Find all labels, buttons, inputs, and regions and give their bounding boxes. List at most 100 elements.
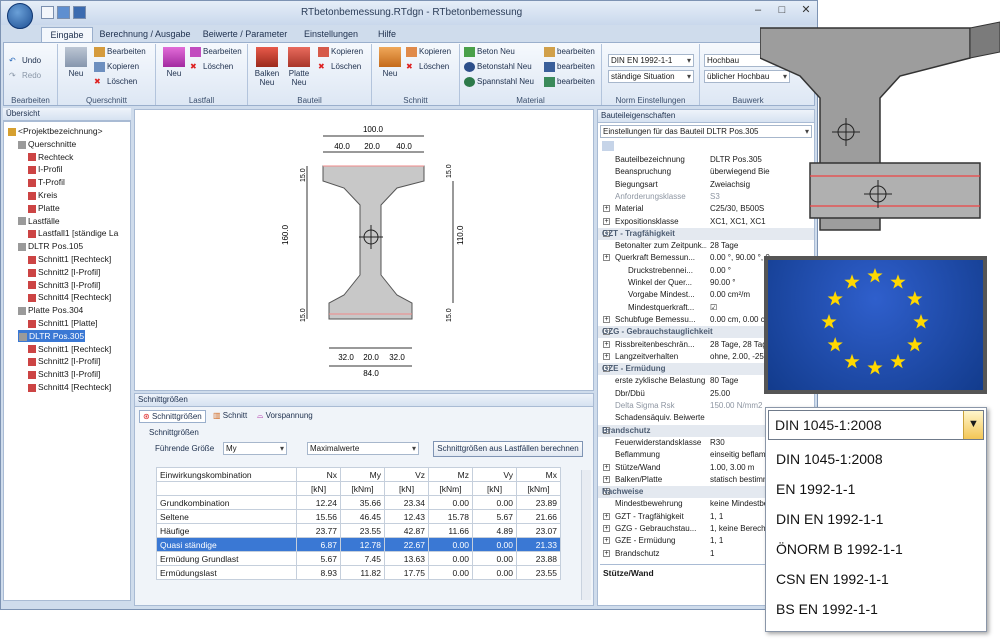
table-row[interactable]: Ermüdung Grundlast 5.67 7.45 13.63 0.00 0.00 2… <box>156 551 561 566</box>
expand-icon[interactable]: + <box>603 217 610 225</box>
table-row[interactable]: Seltene 15.56 46.45 12.43 15.78 5.67 21.66 <box>156 509 561 524</box>
tab-einstellungen[interactable]: Einstellungen <box>297 27 365 42</box>
expand-icon[interactable]: + <box>603 537 610 545</box>
tab-schnittgroessen[interactable]: ⊛ Schnittgrößen <box>139 410 206 423</box>
tree-node[interactable]: T-Profil <box>28 176 65 188</box>
table-cell[interactable]: 35.66 <box>340 495 385 510</box>
lastfall-new-button[interactable]: Neu <box>160 47 188 78</box>
table-cell[interactable]: 8.93 <box>296 565 341 580</box>
tab-schnitt[interactable]: ▥ Schnitt <box>213 411 247 420</box>
beton-edit-button[interactable]: bearbeiten <box>544 47 595 57</box>
tree-node[interactable]: Lastfälle <box>18 215 60 227</box>
cross-section-canvas[interactable]: 100.0 40.0 20.0 40.0 32.0 20.0 32.0 84.0… <box>134 109 594 391</box>
betonstahl-new-button[interactable]: Betonstahl Neu <box>464 62 532 72</box>
tree-node[interactable]: Schnitt1 [Rechteck] <box>28 343 111 355</box>
norm-option[interactable]: CSN EN 1992-1-1 <box>776 571 889 587</box>
save-icon[interactable] <box>73 6 86 19</box>
schnitt-delete-button[interactable]: ✖ Löschen <box>406 62 449 72</box>
beton-new-button[interactable]: Beton Neu <box>464 47 515 57</box>
norm-option[interactable]: EN 1992-1-1 <box>776 481 855 497</box>
balken-new-button[interactable]: Balken Neu <box>252 47 282 87</box>
table-cell[interactable]: 23.07 <box>516 523 561 538</box>
norm-option[interactable]: BS EN 1992-1-1 <box>776 601 878 617</box>
fuehrende-select[interactable]: My <box>223 442 287 455</box>
tree-node[interactable]: Querschnitte <box>18 138 76 150</box>
expand-icon[interactable]: + <box>603 525 610 532</box>
table-cell[interactable]: 0.00 <box>428 537 473 552</box>
maxwerte-select[interactable]: Maximalwerte <box>307 442 419 455</box>
table-cell[interactable]: 23.34 <box>384 495 429 510</box>
table-cell[interactable]: 5.67 <box>296 551 341 566</box>
table-cell[interactable]: 12.78 <box>340 537 385 552</box>
table-cell[interactable]: 42.87 <box>384 523 429 538</box>
spannstahl-edit-button[interactable]: bearbeiten <box>544 77 595 87</box>
table-cell[interactable]: 0.00 <box>428 565 473 580</box>
querschnitt-delete-button[interactable]: ✖ Löschen <box>94 77 137 87</box>
table-cell[interactable]: 23.88 <box>516 551 561 566</box>
norm-select[interactable]: DIN EN 1992-1-1 <box>608 54 694 67</box>
table-cell[interactable]: 23.55 <box>340 523 385 538</box>
table-cell[interactable]: 4.89 <box>472 523 517 538</box>
tab-beiwerte[interactable]: Beiwerte / Parameter <box>197 27 293 42</box>
table-scrollbar[interactable] <box>581 470 591 600</box>
table-cell[interactable]: 0.00 <box>472 565 517 580</box>
spannstahl-new-button[interactable]: Spannstahl Neu <box>464 77 534 87</box>
expand-icon[interactable]: + <box>603 254 610 262</box>
table-row[interactable]: Häufige 23.77 23.55 42.87 11.66 4.89 23.07 <box>156 523 561 538</box>
expand-icon[interactable]: + <box>603 352 610 360</box>
tree-node[interactable]: Lastfall1 [ständige La <box>28 227 118 239</box>
tab-berechnung[interactable]: Berechnung / Ausgabe <box>97 27 193 42</box>
betonstahl-edit-button[interactable]: bearbeiten <box>544 62 595 72</box>
tree-node[interactable]: Platte Pos.304 <box>18 304 83 316</box>
bauteil-delete-button[interactable]: ✖ Löschen <box>318 62 361 72</box>
minimize-button[interactable]: – <box>747 4 769 18</box>
tree-node[interactable]: Schnitt4 [Rechteck] <box>28 381 111 393</box>
table-cell[interactable]: 0.00 <box>428 551 473 566</box>
table-row[interactable]: Quasi ständige 6.87 12.78 22.67 0.00 0.00 21.3… <box>156 537 561 552</box>
tree-node[interactable]: Rechteck <box>28 151 73 163</box>
expand-icon[interactable]: + <box>603 475 610 483</box>
maximize-button[interactable]: □ <box>771 4 793 18</box>
close-button[interactable]: ✕ <box>795 4 817 18</box>
open-file-icon[interactable] <box>57 6 70 19</box>
norm-option[interactable]: ÖNORM B 1992-1-1 <box>776 541 903 557</box>
table-cell[interactable]: 17.75 <box>384 565 429 580</box>
sort-icon[interactable] <box>602 141 614 151</box>
table-cell[interactable]: 13.63 <box>384 551 429 566</box>
norm-option[interactable]: DIN EN 1992-1-1 <box>776 511 883 527</box>
table-cell[interactable]: 7.45 <box>340 551 385 566</box>
norm-option[interactable]: DIN 1045-1:2008 <box>776 451 883 467</box>
table-cell[interactable]: 23.55 <box>516 565 561 580</box>
table-cell[interactable]: 0.00 <box>472 495 517 510</box>
tab-vorspannung[interactable]: ⌓ Vorspannung <box>257 411 313 421</box>
platte-new-button[interactable]: Platte Neu <box>284 47 314 87</box>
table-cell[interactable]: 12.24 <box>296 495 341 510</box>
table-cell[interactable]: 11.82 <box>340 565 385 580</box>
expand-icon[interactable]: + <box>603 315 610 323</box>
tab-hilfe[interactable]: Hilfe <box>367 27 407 42</box>
tree-node[interactable]: Schnitt3 [I-Profil] <box>28 279 100 291</box>
expand-icon[interactable]: + <box>603 512 610 520</box>
tree-node[interactable]: I-Profil <box>28 163 63 175</box>
table-cell[interactable]: 0.00 <box>472 551 517 566</box>
querschnitt-new-button[interactable]: Neu <box>62 47 90 78</box>
situation-select[interactable]: ständige Situation <box>608 70 694 83</box>
tree-node[interactable]: Schnitt1 [Platte] <box>28 317 98 329</box>
table-row[interactable]: Grundkombination 12.24 35.66 23.34 0.00 0.00 2… <box>156 495 561 510</box>
tree-node[interactable]: DLTR Pos.305 <box>18 329 86 342</box>
table-row[interactable]: Ermüdungslast 8.93 11.82 17.75 0.00 0.00 23.55 <box>156 565 561 580</box>
schnitt-new-button[interactable]: Neu <box>376 47 404 78</box>
table-cell[interactable]: 5.67 <box>472 509 517 524</box>
lastfall-delete-button[interactable]: ✖ Löschen <box>190 62 233 72</box>
tree-node[interactable]: <Projektbezeichnung> <box>8 125 103 137</box>
table-cell[interactable]: 12.43 <box>384 509 429 524</box>
schnitt-copy-button[interactable]: Kopieren <box>406 47 451 57</box>
table-cell[interactable]: 15.56 <box>296 509 341 524</box>
tree-node[interactable]: Schnitt4 [Rechteck] <box>28 291 111 303</box>
querschnitt-edit-button[interactable]: Bearbeiten <box>94 47 146 57</box>
tree-node[interactable]: DLTR Pos.105 <box>18 240 83 252</box>
table-cell[interactable]: 15.78 <box>428 509 473 524</box>
norm-dropdown-selected[interactable]: DIN 1045-1:2008 ▼ <box>768 410 984 440</box>
norm-dropdown[interactable]: DIN 1045-1:2008 ▼ DIN 1045-1:2008 EN 1992-… <box>765 407 987 632</box>
tree-node[interactable]: Schnitt2 [I-Profil] <box>28 266 100 278</box>
